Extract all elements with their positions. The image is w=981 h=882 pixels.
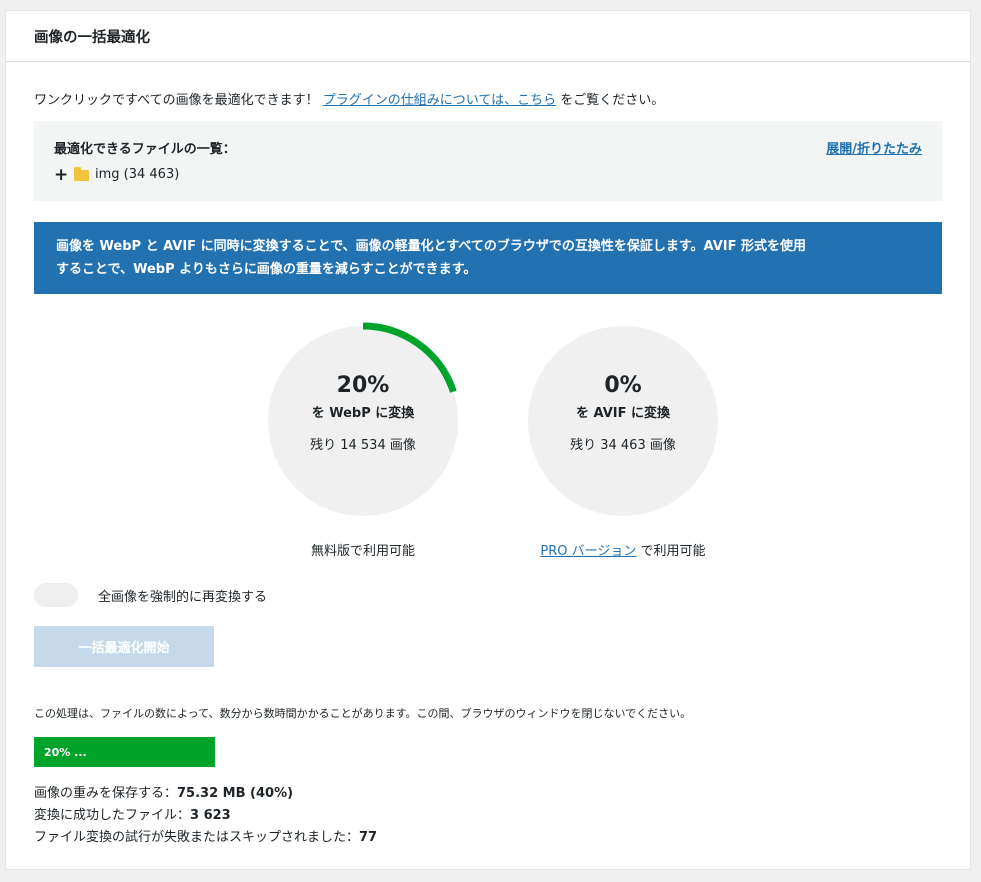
avif-availability-suffix: で利用可能 (640, 544, 706, 559)
bulk-optimization-panel: 画像の一括最適化 ワンクリックですべての画像を最適化できます！ プラグインの仕組… (5, 10, 971, 870)
stat-saved-value: 75.32 MB (40%) (177, 786, 294, 801)
webp-label: を WebP に変換 (311, 406, 415, 421)
avif-gauge: 0% を AVIF に変換 残り 34 463 画像 (523, 321, 723, 521)
processing-notice: この処理は、ファイルの数によって、数分から数時間かかることがあります。この間、ブ… (34, 707, 692, 720)
info-banner-line-2: することで、WebP よりもさらに画像の重量を減らすことができます。 (56, 262, 477, 277)
stat-success-label: 変換に成功したファイル： (34, 808, 191, 823)
tree-item-img[interactable]: + img (34 463) (54, 166, 180, 183)
file-list-box: 最適化できるファイルの一覧： 展開/折りたたみ + img (34 463) (34, 121, 942, 201)
webp-availability: 無料版で利用可能 (310, 544, 415, 559)
info-banner-line-1: 画像を WebP と AVIF に同時に変換することで、画像の軽量化とすべてのブ… (56, 239, 807, 254)
file-list-title: 最適化できるファイルの一覧： (54, 142, 236, 157)
stat-failed-label: ファイル変換の試行が失敗またはスキップされました： (34, 830, 360, 845)
info-banner: 画像を WebP と AVIF に同時に変換することで、画像の軽量化とすべてのブ… (34, 222, 942, 294)
force-reconvert-label: 全画像を強制的に再変換する (98, 590, 268, 605)
webp-gauge: 20% を WebP に変換 残り 14 534 画像 (263, 321, 463, 521)
expand-plus-icon[interactable]: + (54, 166, 68, 183)
intro-suffix: をご覧ください。 (560, 93, 665, 108)
plugin-docs-link[interactable]: プラグインの仕組みについては、こちら (323, 93, 556, 108)
panel-header: 画像の一括最適化 (6, 11, 970, 62)
start-bulk-optimization-button[interactable]: 一括最適化開始 (34, 626, 214, 667)
webp-remaining: 残り 14 534 画像 (310, 438, 416, 453)
avif-percent: 0% (604, 373, 642, 398)
stat-failed-value: 77 (359, 830, 378, 845)
pro-version-link[interactable]: PRO バージョン (540, 544, 636, 559)
intro-text: ワンクリックですべての画像を最適化できます！ プラグインの仕組みについては、こち… (34, 89, 664, 108)
stats-list: 画像の重みを保存する：75.32 MB (40%) 変換に成功したファイル：3 … (34, 783, 377, 849)
progress-bar: 20% ... (34, 737, 215, 767)
stat-saved-label: 画像の重みを保存する： (34, 786, 178, 801)
avif-availability: PRO バージョン で利用可能 (503, 540, 743, 559)
stat-success: 変換に成功したファイル：3 623 (34, 805, 377, 827)
tree-item-label: img (34 463) (95, 167, 180, 182)
folder-icon (74, 167, 89, 181)
stat-failed: ファイル変換の試行が失敗またはスキップされました：77 (34, 827, 377, 849)
progress-label: 20% ... (44, 745, 87, 759)
panel-title: 画像の一括最適化 (34, 29, 150, 46)
force-reconvert-toggle[interactable] (34, 583, 78, 607)
stat-saved: 画像の重みを保存する：75.32 MB (40%) (34, 783, 377, 805)
intro-main: ワンクリックですべての画像を最適化できます！ (34, 93, 319, 108)
stat-success-value: 3 623 (190, 808, 231, 823)
webp-gauge-text: 20% を WebP に変換 残り 14 534 画像 (263, 321, 463, 521)
avif-remaining: 残り 34 463 画像 (570, 438, 676, 453)
avif-gauge-text: 0% を AVIF に変換 残り 34 463 画像 (523, 321, 723, 521)
webp-percent: 20% (336, 373, 390, 398)
avif-label: を AVIF に変換 (575, 406, 670, 421)
expand-collapse-link[interactable]: 展開/折りたたみ (826, 138, 922, 157)
